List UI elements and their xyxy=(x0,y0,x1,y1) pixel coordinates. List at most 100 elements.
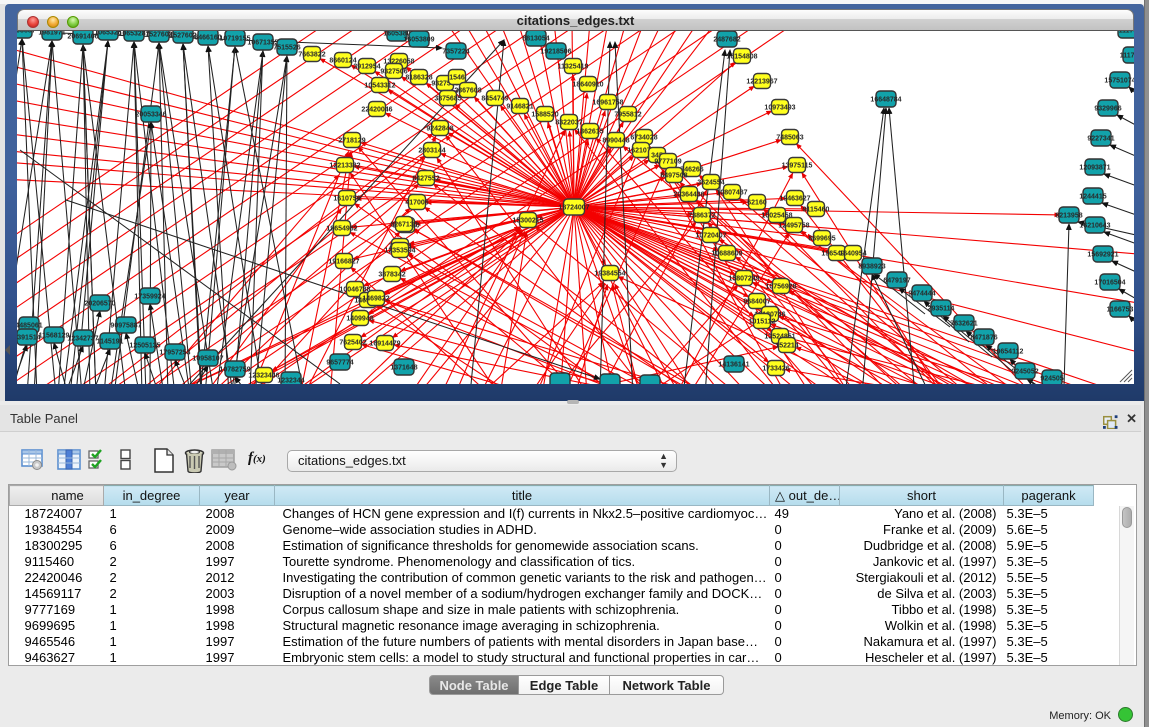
svg-text:12353594: 12353594 xyxy=(384,248,415,255)
svg-text:17957253: 17957253 xyxy=(159,350,190,357)
svg-text:6479197: 6479197 xyxy=(883,278,910,285)
svg-text:1546: 1546 xyxy=(449,75,465,82)
svg-text:19166827: 19166827 xyxy=(328,259,359,266)
svg-text:12323446: 12323446 xyxy=(248,373,279,380)
svg-text:19384554: 19384554 xyxy=(594,271,625,278)
svg-text:20053346: 20053346 xyxy=(135,112,166,119)
svg-text:19463627: 19463627 xyxy=(779,196,810,203)
svg-text:11174: 11174 xyxy=(1119,31,1134,35)
svg-text:8427552: 8427552 xyxy=(412,176,439,183)
svg-text:16648784: 16648784 xyxy=(870,97,901,104)
svg-text:3912954: 3912954 xyxy=(353,64,380,71)
svg-text:417006: 417006 xyxy=(405,200,428,207)
svg-text:15300215: 15300215 xyxy=(512,218,543,225)
svg-text:16053809: 16053809 xyxy=(403,37,434,44)
svg-text:10756928: 10756928 xyxy=(765,284,796,291)
svg-text:10688609: 10688609 xyxy=(711,251,742,258)
svg-text:16914479: 16914479 xyxy=(369,341,400,348)
svg-text:7663822: 7663822 xyxy=(298,52,325,59)
svg-text:12213382: 12213382 xyxy=(329,163,360,170)
svg-text:3875685: 3875685 xyxy=(434,96,461,103)
svg-text:152214: 152214 xyxy=(775,343,798,350)
svg-text:19654982: 19654982 xyxy=(326,226,357,233)
svg-text:7625402: 7625402 xyxy=(339,340,366,347)
svg-text:9227341: 9227341 xyxy=(1087,136,1114,143)
svg-text:1469822: 1469822 xyxy=(362,296,389,303)
svg-text:3624554: 3624554 xyxy=(697,180,724,187)
svg-text:20206570: 20206570 xyxy=(84,301,115,308)
svg-text:1403557: 1403557 xyxy=(17,31,36,35)
svg-text:17359924: 17359924 xyxy=(134,294,165,301)
svg-text:1640954: 1640954 xyxy=(839,251,866,258)
svg-text:8699695: 8699695 xyxy=(808,236,835,243)
svg-text:9115460: 9115460 xyxy=(803,207,830,214)
svg-text:1145191: 1145191 xyxy=(97,339,124,346)
svg-text:8267130: 8267130 xyxy=(390,222,417,229)
svg-text:10958107: 10958107 xyxy=(192,356,223,363)
svg-text:2803144: 2803144 xyxy=(418,148,445,155)
svg-text:7632621: 7632621 xyxy=(950,321,977,328)
svg-text:1015112: 1015112 xyxy=(749,319,776,326)
svg-text:924505: 924505 xyxy=(1040,376,1063,383)
svg-text:1733426: 1733426 xyxy=(762,366,789,373)
svg-text:1610756: 1610756 xyxy=(333,196,360,203)
svg-text:90975887: 90975887 xyxy=(110,323,141,330)
svg-text:9329966: 9329966 xyxy=(1094,106,1121,113)
svg-text:2367608: 2367608 xyxy=(454,88,481,95)
svg-text:9242848: 9242848 xyxy=(426,126,453,133)
svg-text:8213958: 8213958 xyxy=(1055,213,1082,220)
svg-text:15692921: 15692921 xyxy=(1087,252,1118,259)
svg-text:8454749: 8454749 xyxy=(481,96,508,103)
svg-text:10973493: 10973493 xyxy=(764,105,795,112)
svg-text:11568129: 11568129 xyxy=(39,333,70,340)
svg-text:9327506: 9327506 xyxy=(380,69,407,76)
svg-text:8938923: 8938923 xyxy=(858,264,885,271)
svg-text:12342737: 12342737 xyxy=(67,336,98,343)
svg-text:1588520: 1588520 xyxy=(531,112,558,119)
svg-text:1232344: 1232344 xyxy=(277,378,304,385)
svg-text:1409948: 1409948 xyxy=(346,316,373,323)
svg-text:2391514: 2391514 xyxy=(17,335,41,342)
svg-text:9777109: 9777109 xyxy=(654,159,681,166)
svg-text:1362615: 1362615 xyxy=(576,129,603,136)
svg-text:13975115: 13975115 xyxy=(782,163,813,170)
svg-text:62160: 62160 xyxy=(747,200,767,207)
svg-text:1981971: 1981971 xyxy=(38,31,65,37)
svg-text:16154808: 16154808 xyxy=(726,54,757,61)
svg-text:8990448: 8990448 xyxy=(602,138,629,145)
svg-text:9245052: 9245052 xyxy=(1011,369,1038,376)
svg-text:2718129: 2718129 xyxy=(338,138,365,145)
svg-text:9474444: 9474444 xyxy=(908,291,935,298)
svg-text:9657774: 9657774 xyxy=(326,360,353,367)
svg-text:8471876: 8471876 xyxy=(970,335,997,342)
svg-text:1117533: 1117533 xyxy=(1120,53,1134,60)
svg-text:10543312: 10543312 xyxy=(364,83,395,90)
svg-text:1244415: 1244415 xyxy=(1079,194,1106,201)
svg-text:18724007: 18724007 xyxy=(558,205,589,212)
svg-text:14136141: 14136141 xyxy=(718,362,749,369)
svg-text:1166753: 1166753 xyxy=(1107,307,1134,314)
svg-text:12213967: 12213967 xyxy=(746,79,777,86)
svg-text:8322037: 8322037 xyxy=(555,120,582,127)
svg-text:12495758: 12495758 xyxy=(778,223,809,230)
svg-text:6734028: 6734028 xyxy=(630,135,657,142)
svg-text:7955812: 7955812 xyxy=(614,112,641,119)
svg-text:10654112: 10654112 xyxy=(993,349,1024,356)
svg-text:1527602: 1527602 xyxy=(169,33,196,40)
svg-text:10720407: 10720407 xyxy=(695,233,726,240)
svg-text:9684007: 9684007 xyxy=(743,299,770,306)
svg-text:10807487: 10807487 xyxy=(716,190,747,197)
svg-text:12505135: 12505135 xyxy=(129,343,160,350)
svg-text:10782759: 10782759 xyxy=(219,367,250,374)
svg-text:8186328: 8186328 xyxy=(405,75,432,82)
svg-text:2487682: 2487682 xyxy=(713,37,740,44)
svg-text:16210643: 16210643 xyxy=(1079,223,1110,230)
svg-text:7386372: 7386372 xyxy=(688,213,715,220)
svg-text:9146821: 9146821 xyxy=(506,104,533,111)
svg-text:2935114: 2935114 xyxy=(928,306,955,313)
svg-text:22420046: 22420046 xyxy=(361,107,392,114)
svg-text:10719155: 10719155 xyxy=(219,36,250,43)
svg-text:6497508: 6497508 xyxy=(660,173,687,180)
svg-text:6466160: 6466160 xyxy=(194,35,221,42)
svg-text:20364436: 20364436 xyxy=(673,192,704,199)
